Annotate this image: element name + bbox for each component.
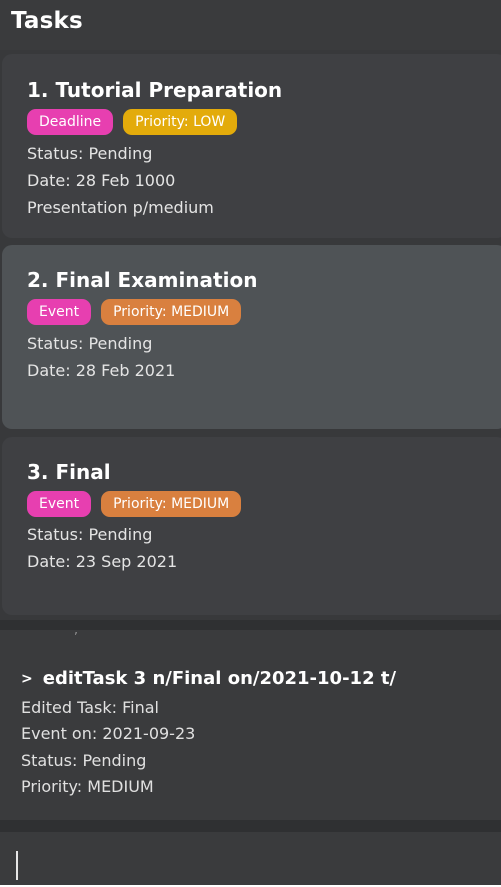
- panel-divider[interactable]: [0, 620, 501, 630]
- task-date: Date: 23 Sep 2021: [27, 552, 178, 571]
- task-description: Presentation p/medium: [27, 198, 214, 217]
- executed-command: > editTask 3 n/Final on/2021-10-12 t/: [21, 668, 396, 689]
- task-type-tag: Event: [27, 299, 92, 325]
- task-title: 3. Final: [27, 460, 111, 484]
- command-input[interactable]: [10, 842, 494, 880]
- result-line-status: Status: Pending: [21, 751, 147, 770]
- result-line-event: Event on: 2021-09-23: [21, 724, 196, 743]
- result-line-priority: Priority: MEDIUM: [21, 777, 154, 796]
- text-caret: [16, 851, 18, 880]
- task-status: Status: Pending: [27, 144, 153, 163]
- task-type-tag: Event: [27, 491, 92, 517]
- task-date: Date: 28 Feb 1000: [27, 171, 176, 190]
- prompt-chevron-icon: >: [21, 670, 33, 687]
- priority-tag: Priority: MEDIUM: [101, 491, 242, 517]
- priority-tag: Priority: MEDIUM: [101, 299, 242, 325]
- task-card-2[interactable]: 2. Final Examination Event Priority: MED…: [2, 245, 501, 429]
- task-status: Status: Pending: [27, 334, 153, 353]
- panel-divider: [0, 820, 501, 832]
- scroll-artifact: ’: [74, 630, 78, 644]
- command-box[interactable]: [0, 832, 501, 887]
- result-line-task: Edited Task: Final: [21, 698, 159, 717]
- task-card-3[interactable]: 3. Final Event Priority: MEDIUM Status: …: [2, 437, 501, 615]
- task-status: Status: Pending: [27, 525, 153, 544]
- task-type-tag: Deadline: [27, 109, 114, 135]
- task-tags: Event Priority: MEDIUM: [27, 299, 242, 325]
- result-display[interactable]: ’ > editTask 3 n/Final on/2021-10-12 t/ …: [0, 630, 501, 820]
- priority-tag: Priority: LOW: [123, 109, 238, 135]
- task-tags: Event Priority: MEDIUM: [27, 491, 242, 517]
- task-title: 2. Final Examination: [27, 268, 258, 292]
- task-title: 1. Tutorial Preparation: [27, 78, 283, 102]
- task-date: Date: 28 Feb 2021: [27, 361, 176, 380]
- task-card-1[interactable]: 1. Tutorial Preparation Deadline Priorit…: [2, 54, 501, 238]
- command-text: editTask 3 n/Final on/2021-10-12 t/: [42, 668, 397, 689]
- page-title: Tasks: [11, 8, 83, 34]
- task-tags: Deadline Priority: LOW: [27, 109, 238, 135]
- task-list[interactable]: 1. Tutorial Preparation Deadline Priorit…: [0, 50, 501, 620]
